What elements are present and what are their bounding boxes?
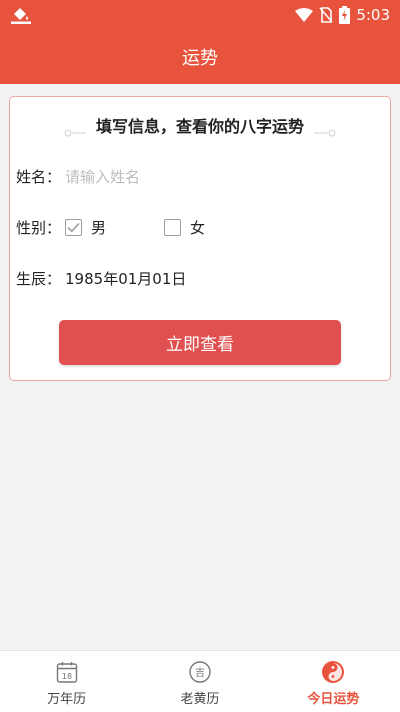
paint-bucket-icon — [11, 6, 31, 24]
calendar-icon-text: 18 — [62, 672, 72, 681]
yin-yang-icon — [321, 660, 345, 684]
almanac-icon-text: 吉 — [195, 667, 205, 679]
male-label: 男 — [91, 219, 107, 237]
nav-item-fortune[interactable]: 今日运势 — [267, 651, 400, 712]
nav-label-fortune: 今日运势 — [307, 692, 360, 707]
app-bar: 运势 — [0, 30, 400, 84]
no-sim-icon — [319, 7, 333, 23]
ornament-left-icon — [64, 123, 87, 136]
female-label: 女 — [190, 219, 206, 237]
birth-label: 生辰： — [16, 270, 62, 288]
nav-item-almanac[interactable]: 吉 老黄历 — [133, 651, 266, 712]
name-input[interactable] — [65, 167, 266, 186]
form-title-text: 填写信息，查看你的八字运势 — [95, 117, 304, 136]
almanac-icon: 吉 — [188, 660, 212, 684]
nav-label-calendar: 万年历 — [47, 692, 87, 707]
ornament-right-icon — [313, 123, 336, 136]
status-icons: 5:03 — [295, 4, 390, 26]
gender-option-female[interactable]: 女 — [164, 217, 205, 238]
gender-label: 性别： — [16, 219, 62, 237]
birth-row[interactable]: 生辰： 1985年01月01日 — [16, 268, 186, 289]
name-label: 姓名： — [16, 168, 62, 186]
gender-row: 性别： 男 女 — [16, 217, 205, 238]
nav-label-almanac: 老黄历 — [180, 692, 220, 707]
form-title: 填写信息，查看你的八字运势 — [10, 113, 390, 137]
gender-option-male[interactable]: 男 — [65, 217, 106, 238]
name-row: 姓名： — [16, 166, 266, 187]
status-time: 5:03 — [356, 6, 390, 24]
battery-charging-icon — [339, 6, 351, 24]
wifi-icon — [295, 8, 314, 22]
male-checkbox[interactable] — [65, 219, 83, 236]
calendar-icon: 18 — [55, 660, 79, 684]
nav-item-calendar[interactable]: 18 万年历 — [0, 651, 133, 712]
status-bar: 5:03 — [0, 0, 400, 30]
bottom-nav: 18 万年历 吉 老黄历 今日运势 — [0, 650, 400, 712]
page-title: 运势 — [182, 48, 218, 69]
birth-date-value[interactable]: 1985年01月01日 — [65, 268, 186, 289]
female-checkbox[interactable] — [164, 219, 182, 236]
view-now-button[interactable]: 立即查看 — [59, 320, 341, 365]
